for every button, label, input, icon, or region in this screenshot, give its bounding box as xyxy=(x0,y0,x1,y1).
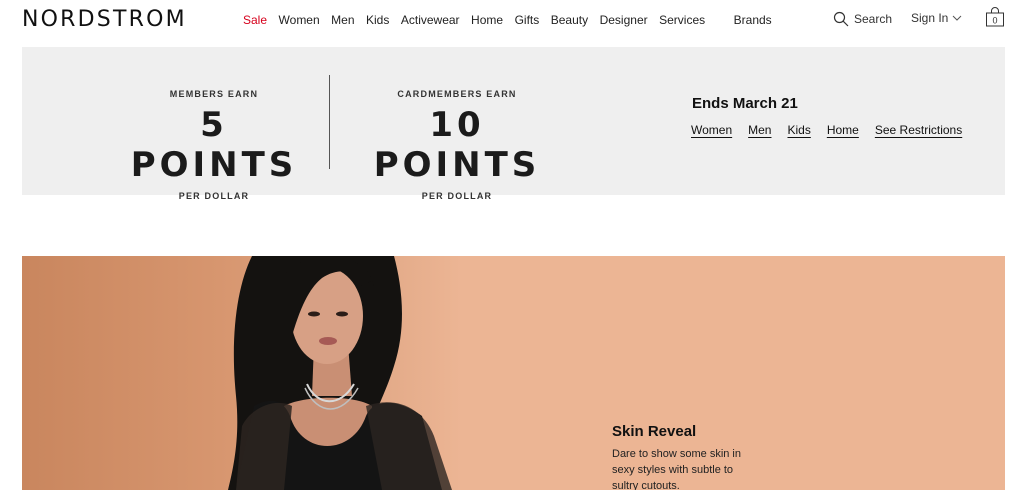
sign-in-label: Sign In xyxy=(911,11,949,25)
promo-link-home[interactable]: Home xyxy=(827,123,859,137)
nordstrom-logo[interactable]: NORDSTROM xyxy=(22,7,187,32)
promo-end-date: Ends March 21 xyxy=(692,95,798,112)
members-earn-label: MEMBERS EARN xyxy=(169,89,259,99)
nav-item-designer[interactable]: Designer xyxy=(600,13,648,27)
bag-count: 0 xyxy=(992,16,997,26)
cardmembers-per-dollar: PER DOLLAR xyxy=(421,191,493,201)
nav-item-kids[interactable]: Kids xyxy=(366,13,389,27)
sign-in-button[interactable]: Sign In xyxy=(911,11,962,25)
promo-links: Women Men Kids Home See Restrictions xyxy=(691,123,978,137)
members-per-dollar: PER DOLLAR xyxy=(178,191,250,201)
nav-item-activewear[interactable]: Activewear xyxy=(401,13,460,27)
promo-divider xyxy=(329,75,330,169)
rewards-promo-banner: MEMBERS EARN 5 POINTS PER DOLLAR CARDMEM… xyxy=(22,47,1005,201)
site-header: NORDSTROM Sale Women Men Kids Activewear… xyxy=(0,0,1024,44)
members-points: 5 POINTS xyxy=(130,105,298,185)
shopping-bag-button[interactable]: 0 xyxy=(985,7,1005,27)
search-icon xyxy=(833,11,849,27)
hero-description: Dare to show some skin in sexy styles wi… xyxy=(612,448,741,490)
promo-link-see-restrictions[interactable]: See Restrictions xyxy=(875,123,962,137)
nav-item-services[interactable]: Services xyxy=(659,13,705,27)
nav-item-women[interactable]: Women xyxy=(279,13,320,27)
nav-item-brands[interactable]: Brands xyxy=(734,13,772,27)
main-nav: Sale Women Men Kids Activewear Home Gift… xyxy=(243,13,783,27)
nav-item-home[interactable]: Home xyxy=(471,13,503,27)
search-button[interactable]: Search xyxy=(833,11,892,27)
members-earn-block: MEMBERS EARN 5 POINTS PER DOLLAR xyxy=(114,89,314,201)
hero-banner[interactable]: Skin Reveal Dare to show some skin in se… xyxy=(22,256,1005,490)
cardmembers-earn-block: CARDMEMBERS EARN 10 POINTS PER DOLLAR xyxy=(347,89,567,201)
cardmembers-earn-label: CARDMEMBERS EARN xyxy=(397,89,517,99)
cardmembers-points: 10 POINTS xyxy=(373,105,541,185)
promo-link-kids[interactable]: Kids xyxy=(787,123,810,137)
chevron-down-icon xyxy=(953,15,962,21)
model-photo xyxy=(228,256,452,490)
promo-link-women[interactable]: Women xyxy=(691,123,732,137)
search-label: Search xyxy=(854,12,893,26)
nav-item-sale[interactable]: Sale xyxy=(243,13,267,27)
hero-title[interactable]: Skin Reveal xyxy=(612,423,696,440)
nav-item-beauty[interactable]: Beauty xyxy=(551,13,588,27)
nav-item-men[interactable]: Men xyxy=(331,13,354,27)
promo-link-men[interactable]: Men xyxy=(748,123,771,137)
shopping-bag-icon: 0 xyxy=(986,7,1004,27)
nav-item-gifts[interactable]: Gifts xyxy=(515,13,540,27)
